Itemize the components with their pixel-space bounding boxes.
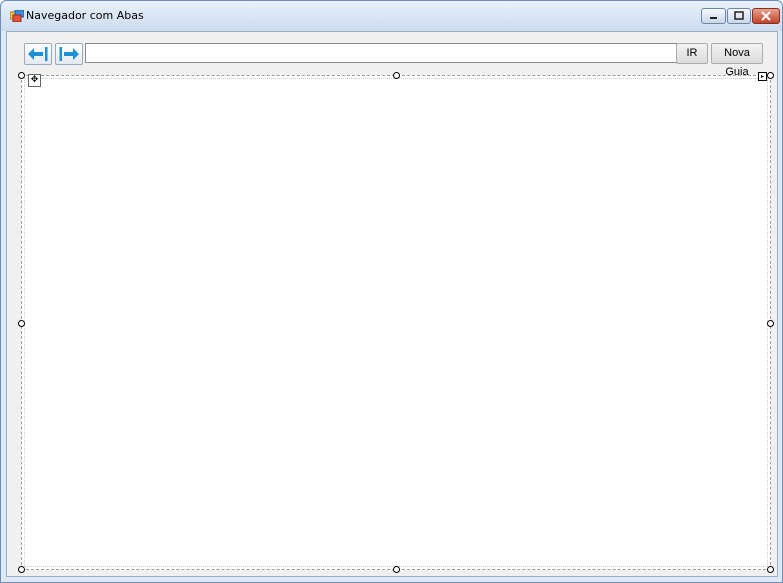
arrow-left-icon xyxy=(28,47,48,61)
resize-handle-top[interactable] xyxy=(393,72,400,79)
resize-handle-bottom-left[interactable] xyxy=(18,566,25,573)
resize-handle-top-left[interactable] xyxy=(18,72,25,79)
forward-button[interactable] xyxy=(55,43,83,65)
title-bar[interactable]: Navegador com Abas xyxy=(1,1,782,31)
maximize-icon xyxy=(734,11,744,20)
new-tab-button[interactable]: Nova Guia xyxy=(711,43,763,78)
app-window: Navegador com Abas IR Nova Guia ✥ ▸ xyxy=(0,0,783,583)
close-button[interactable] xyxy=(752,8,780,24)
smart-tag-icon[interactable]: ▸ xyxy=(758,72,767,81)
go-button[interactable]: IR xyxy=(676,43,708,64)
close-icon xyxy=(761,11,771,21)
tab-control[interactable]: ✥ ▸ xyxy=(18,72,774,573)
window-title: Navegador com Abas xyxy=(26,9,144,22)
resize-handle-left[interactable] xyxy=(18,320,25,327)
resize-handle-top-right[interactable] xyxy=(767,72,774,79)
minimize-button[interactable] xyxy=(701,8,726,24)
resize-handle-bottom[interactable] xyxy=(393,566,400,573)
move-handle-icon[interactable]: ✥ xyxy=(28,74,41,87)
resize-handle-right[interactable] xyxy=(767,320,774,327)
maximize-button[interactable] xyxy=(727,8,751,24)
resize-handle-bottom-right[interactable] xyxy=(767,566,774,573)
arrow-right-icon xyxy=(59,47,79,61)
form-client-area: IR Nova Guia ✥ ▸ xyxy=(6,31,778,577)
tab-page xyxy=(24,78,768,567)
url-input[interactable] xyxy=(85,43,677,63)
back-button[interactable] xyxy=(24,43,52,65)
app-icon xyxy=(10,10,24,22)
minimize-icon xyxy=(710,17,717,19)
